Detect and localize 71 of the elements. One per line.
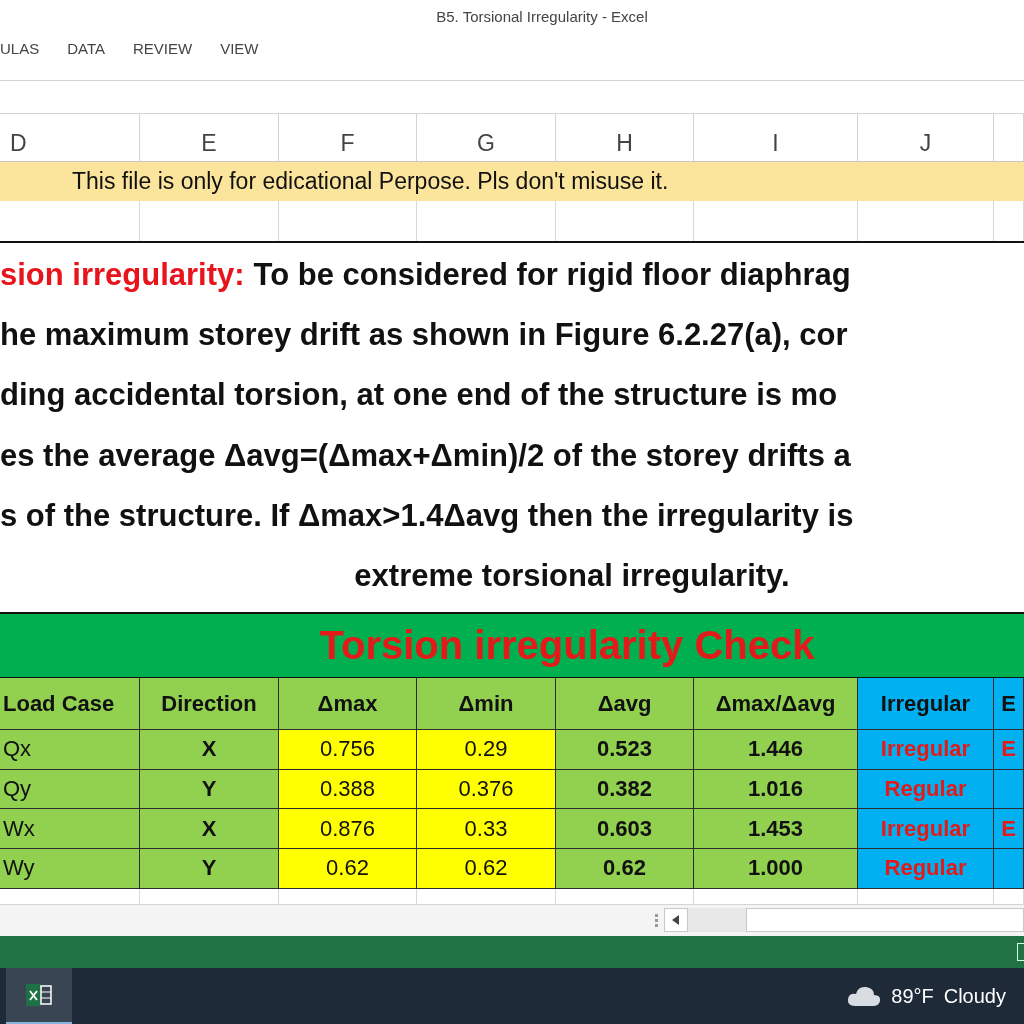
column-heading: Δavg [556,678,694,730]
ribbon-tab[interactable]: VIEW [220,40,259,58]
weather-text[interactable]: Cloudy [943,984,1006,1008]
table-cell [994,849,1024,889]
ribbon-tab[interactable]: ULAS [0,40,40,58]
table-cell: X [140,809,279,850]
column-header[interactable]: D [0,114,140,161]
column-header[interactable]: J [858,114,994,161]
table-cell: 0.603 [556,809,694,850]
table-cell: 0.62 [279,849,417,889]
notice-text: This file is only for edicational Perpose. Pls don't misuse it. [72,168,669,195]
table-cell: 0.376 [417,769,556,810]
scrollbar-thumb[interactable] [746,908,1024,933]
scroll-left-button[interactable] [664,908,688,933]
temperature-text[interactable]: 89°F [891,984,934,1008]
column-heading: E [994,678,1024,730]
left-arrow-icon [672,915,680,926]
table-cell: 1.446 [694,730,858,770]
column-header[interactable]: I [694,114,858,161]
window-title: B5. Torsional Irregularity - Excel [436,8,648,26]
definition-text: es the average Δavg=(Δmax+Δmin)/2 of the storey drifts a [0,437,851,473]
table-cell: 0.756 [279,730,417,770]
normal-view-icon[interactable] [1017,943,1024,962]
column-heading: Load Case [0,678,140,730]
definition-text: he maximum storey drift as shown in Figure 6.2.27(a), cor [0,317,848,353]
table-cell: Regular [858,769,994,810]
definition-text: s of the structure. If Δmax>1.4Δavg then the irregularity is [0,497,854,533]
table-cell: 0.388 [279,769,417,810]
column-header[interactable]: E [140,114,279,161]
column-header[interactable]: H [556,114,694,161]
cloud-icon[interactable] [847,985,882,1008]
column-heading: Direction [140,678,279,730]
column-heading: Δmin [417,678,556,730]
definition-text: extreme torsional irregularity. [354,557,790,593]
table-cell: 0.33 [417,809,556,850]
definition-text: ding accidental torsion, at one end of the structure is mo [0,377,838,413]
table-cell: 0.382 [556,769,694,810]
table-cell: 1.000 [694,849,858,889]
table-cell: E [994,809,1024,850]
table-cell: X [140,730,279,770]
table-cell: Irregular [858,809,994,850]
column-heading: Δmax/Δavg [694,678,858,730]
table-title: Torsion irregularity Check [319,623,815,669]
spreadsheet-logo-icon [26,984,52,1007]
splitter-icon[interactable] [655,913,658,927]
ribbon-tab[interactable]: REVIEW [132,40,193,58]
table-cell: Wx [0,809,140,850]
table-cell: Y [140,769,279,810]
table-cell: 1.016 [694,769,858,810]
table-cell: Qy [0,769,140,810]
table-cell: 0.62 [417,849,556,889]
ribbon-tab[interactable]: DATA [67,40,105,58]
table-cell [994,769,1024,810]
table-cell: Wy [0,849,140,889]
table-cell: 0.62 [556,849,694,889]
column-header[interactable]: F [279,114,417,161]
heading-text: sion irregularity: [0,257,245,293]
table-cell: Qx [0,730,140,770]
table-cell: Regular [858,849,994,889]
column-header[interactable]: G [417,114,556,161]
table-cell: E [994,730,1024,770]
table-cell: Y [140,849,279,889]
table-cell: Irregular [858,730,994,770]
table-cell: 0.876 [279,809,417,850]
column-heading: Irregular [858,678,994,730]
table-cell: 1.453 [694,809,858,850]
table-cell: 0.523 [556,730,694,770]
column-heading: Δmax [279,678,417,730]
definition-text: To be considered for rigid floor diaphrag [253,257,851,293]
table-cell: 0.29 [417,730,556,770]
excel-app-button[interactable] [6,968,72,1024]
